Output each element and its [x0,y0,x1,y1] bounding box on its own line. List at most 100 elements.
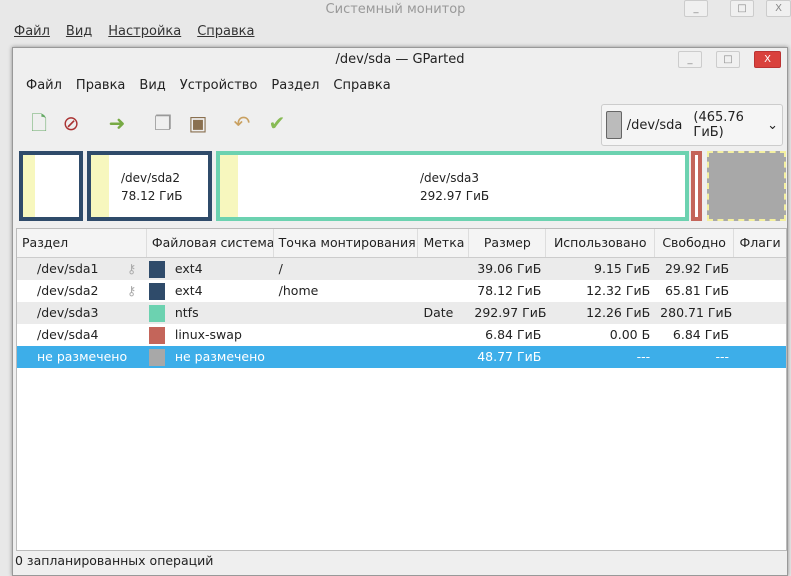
cell-label: Date [423,305,454,320]
col-size[interactable]: Размер [469,229,547,257]
menu-view[interactable]: Вид [139,73,165,99]
col-free[interactable]: Свободно [655,229,735,257]
menubar: Файл Правка Вид Устройство Раздел Справк… [13,73,787,99]
menu-device[interactable]: Устройство [180,73,258,99]
map-sda1[interactable] [19,151,83,221]
cell-size: 78.12 ГиБ [477,283,542,298]
title-bar: /dev/sda — GParted _ □ X [13,48,787,73]
bg-menu-settings[interactable]: Настройка [108,24,181,39]
fs-color-swatch [148,305,165,322]
window-title: /dev/sda — GParted [335,52,465,67]
chevron-down-icon: ⌄ [767,117,778,133]
cell-filesystem: ext4 [147,280,274,302]
cell-partition: /dev/sda3 [17,302,147,324]
cell-partition: /dev/sda4 [17,324,147,346]
table-row[interactable]: /dev/sda4 linux-swap 6.84 ГиБ 0.00 Б 6.8… [17,324,786,346]
fs-color-swatch [148,283,165,300]
bg-menu-help[interactable]: Справка [197,24,254,39]
cell-free: 6.84 ГиБ [672,327,730,342]
cell-used: 9.15 ГиБ [594,261,651,276]
bg-menu-file[interactable]: Файл [14,24,50,39]
cell-flags [734,258,786,280]
partition-name: /dev/sda1 [37,261,99,276]
cell-used: 0.00 Б [609,327,651,342]
cell-flags [734,302,786,324]
cell-partition: /dev/sda2 ⚷ [17,280,147,302]
maximize-button[interactable]: □ [716,51,740,68]
minimize-button[interactable]: _ [678,51,702,68]
new-partition-icon[interactable]: 🗋 [27,111,51,135]
fs-name: ext4 [174,283,203,298]
status-bar: 0 запланированных операций [15,553,214,568]
fs-name: не размечено [174,349,265,364]
cell-free: --- [715,349,730,364]
cell-filesystem: ntfs [147,302,274,324]
cell-flags [734,280,786,302]
fs-color-swatch [148,327,165,344]
map-sda2-name: /dev/sda2 [121,171,181,185]
menu-edit[interactable]: Правка [76,73,125,99]
cell-flags [734,346,786,368]
partition-name: не размечено [37,349,128,364]
cell-mount [274,302,419,324]
undo-icon[interactable]: ↶ [230,111,254,135]
cell-mount [274,346,419,368]
cell-mount: /home [278,283,319,298]
close-button[interactable]: X [754,51,781,68]
bg-menu-view[interactable]: Вид [66,24,92,39]
background-window-title: Системный монитор [325,2,466,17]
resize-move-icon[interactable]: ➜ [105,111,129,135]
map-sda4[interactable] [691,151,702,221]
menu-partition[interactable]: Раздел [271,73,319,99]
map-unallocated[interactable] [707,151,786,221]
cell-free: 65.81 ГиБ [664,283,730,298]
gparted-window: /dev/sda — GParted _ □ X Файл Правка Вид… [12,47,788,576]
apply-icon[interactable]: ✔ [265,111,289,135]
fs-color-swatch [148,261,165,278]
cell-filesystem: ext4 [147,258,274,280]
partition-name: /dev/sda4 [37,327,99,342]
menu-help[interactable]: Справка [333,73,390,99]
lock-icon: ⚷ [127,261,137,276]
bg-minimize-button[interactable]: _ [684,0,708,17]
fs-name: ntfs [174,305,199,320]
table-row[interactable]: /dev/sda1 ⚷ ext4 / 39.06 ГиБ 9.15 ГиБ 29.… [17,258,786,280]
fs-name: ext4 [174,261,203,276]
fs-color-swatch [148,349,165,366]
cell-partition: не размечено [17,346,147,368]
col-filesystem[interactable]: Файловая система [147,229,274,257]
table-row[interactable]: /dev/sda3 ntfs Date 292.97 ГиБ 12.26 ГиБ… [17,302,786,324]
delete-icon[interactable]: ⊘ [59,111,83,135]
col-flags[interactable]: Флаги [734,229,786,257]
bg-maximize-button[interactable]: □ [730,0,754,17]
col-used[interactable]: Использовано [546,229,656,257]
partition-name: /dev/sda3 [37,305,99,320]
hard-disk-icon [606,111,622,139]
map-sda2[interactable]: /dev/sda2 78.12 ГиБ [87,151,212,221]
col-partition[interactable]: Раздел [17,229,147,257]
bg-close-button[interactable]: X [766,0,791,17]
cell-mount: / [278,261,283,276]
table-row[interactable]: /dev/sda2 ⚷ ext4 /home 78.12 ГиБ 12.32 Ги… [17,280,786,302]
col-label[interactable]: Метка [418,229,470,257]
cell-used: 12.32 ГиБ [586,283,651,298]
cell-size: 39.06 ГиБ [477,261,542,276]
cell-label [418,346,469,368]
device-name: /dev/sda [626,117,683,133]
table-row[interactable]: не размечено не размечено 48.77 ГиБ --- … [17,346,786,368]
background-menubar: Файл Вид Настройка Справка [14,24,255,39]
toolbar: 🗋 ⊘ ➜ ❐ ▣ ↶ ✔ /dev/sda (465.76 ГиБ) ⌄ [13,99,787,147]
cell-filesystem: не размечено [147,346,274,368]
device-selector[interactable]: /dev/sda (465.76 ГиБ) ⌄ [601,104,783,146]
cell-label [418,258,469,280]
cell-label [418,280,469,302]
copy-icon[interactable]: ❐ [151,111,175,135]
paste-icon[interactable]: ▣ [186,111,210,135]
map-sda3[interactable]: /dev/sda3 292.97 ГиБ [216,151,689,221]
cell-free: 280.71 ГиБ [660,305,733,320]
menu-file[interactable]: Файл [26,73,62,99]
fs-name: linux-swap [174,327,242,342]
col-mountpoint[interactable]: Точка монтирования [274,229,419,257]
cell-partition: /dev/sda1 ⚷ [17,258,147,280]
lock-icon: ⚷ [127,283,137,298]
